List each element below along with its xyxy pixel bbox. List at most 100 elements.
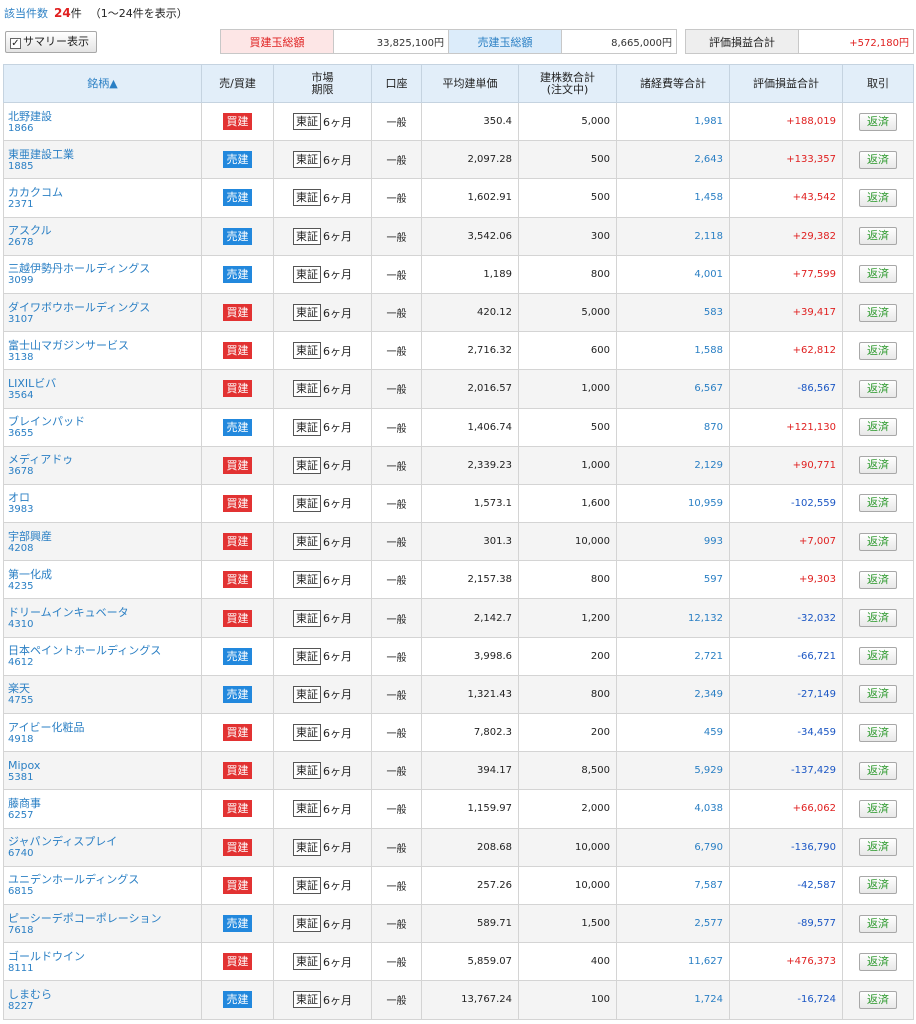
close-position-button[interactable]: 返済 [859, 227, 897, 246]
market-badge: 東証 [293, 418, 321, 436]
stock-code: 3655 [8, 428, 34, 440]
close-position-button[interactable]: 返済 [859, 952, 897, 971]
cell-quantity: 10,000 [518, 865, 617, 905]
stock-name-link[interactable]: Mipox [8, 759, 201, 772]
stock-name-link[interactable]: 日本ペイントホールディングス [8, 644, 201, 657]
stock-code: 3138 [8, 351, 34, 363]
stock-code: 3983 [8, 504, 34, 516]
stock-name-link[interactable]: カカクコム [8, 186, 201, 199]
close-position-button[interactable]: 返済 [859, 914, 897, 933]
side-badge: 売建 [223, 685, 252, 703]
summary-checkbox[interactable]: ✓ [10, 38, 21, 49]
stock-name-link[interactable]: 宇部興産 [8, 530, 201, 543]
column-header-market: 市場 期限 [273, 64, 372, 103]
market-badge: 東証 [293, 991, 321, 1009]
cell-account: 一般 [371, 216, 422, 256]
stock-name-link[interactable]: アイビー化粧品 [8, 721, 201, 734]
close-position-button[interactable]: 返済 [859, 723, 897, 742]
stock-name-link[interactable]: 藤商事 [8, 797, 201, 810]
cell-fees: 6,567 [616, 369, 730, 409]
cell-side: 売建 [201, 140, 274, 180]
cell-fees: 5,929 [616, 751, 730, 791]
cell-action: 返済 [842, 712, 914, 753]
close-position-button[interactable]: 返済 [859, 685, 897, 704]
cell-pl: -42,587 [729, 865, 843, 905]
cell-fees: 12,132 [616, 598, 730, 638]
result-count: 該当件数 24件 （1～24件を表示） [4, 5, 188, 21]
close-position-button[interactable]: 返済 [859, 265, 897, 284]
stock-name-link[interactable]: 富士山マガジンサービス [8, 339, 201, 352]
term-text: 6ヶ月 [323, 955, 352, 969]
cell-fees: 2,118 [616, 216, 730, 256]
term-text: 6ヶ月 [323, 115, 352, 129]
close-position-button[interactable]: 返済 [859, 112, 897, 131]
close-position-button[interactable]: 返済 [859, 303, 897, 322]
table-row: 日本ペイントホールディングス 4612 売建 東証 6ヶ月 一般 3,998.6 200 2,7… [3, 636, 914, 676]
market-badge: 東証 [293, 533, 321, 551]
close-position-button[interactable]: 返済 [859, 647, 897, 666]
stock-name-link[interactable]: 第一化成 [8, 568, 201, 581]
close-position-button[interactable]: 返済 [859, 188, 897, 207]
stock-name-link[interactable]: LIXILビバ [8, 377, 201, 390]
stock-name-link[interactable]: ダイワボウホールディングス [8, 301, 201, 314]
cell-side: 買建 [201, 101, 274, 142]
term-text: 6ヶ月 [323, 573, 352, 587]
market-badge: 東証 [293, 685, 321, 703]
column-header-pl: 評価損益合計 [729, 64, 843, 103]
term-text: 6ヶ月 [323, 268, 352, 282]
close-position-button[interactable]: 返済 [859, 494, 897, 513]
cell-side: 買建 [201, 751, 274, 791]
stock-name-link[interactable]: アスクル [8, 224, 201, 237]
stock-name-link[interactable]: ユニデンホールディングス [8, 873, 201, 886]
stock-name-link[interactable]: オロ [8, 491, 201, 504]
summary-toggle-button[interactable]: ✓ サマリー表示 [5, 31, 97, 53]
stock-name-link[interactable]: 北野建設 [8, 110, 201, 123]
cell-quantity: 400 [518, 942, 617, 982]
close-position-button[interactable]: 返済 [859, 532, 897, 551]
close-position-button[interactable]: 返済 [859, 990, 897, 1009]
side-badge: 買建 [223, 304, 252, 322]
stock-code: 1885 [8, 160, 34, 172]
cell-stock: ドリームインキュベータ 4310 [3, 598, 202, 638]
stock-name-link[interactable]: ゴールドウイン [8, 950, 201, 963]
stock-name-link[interactable]: ジャパンディスプレイ [8, 835, 201, 848]
side-badge: 買建 [223, 571, 252, 589]
cell-pl: -89,577 [729, 903, 843, 944]
cell-side: 売建 [201, 254, 274, 294]
cell-stock: LIXILビバ 3564 [3, 369, 202, 409]
close-position-button[interactable]: 返済 [859, 379, 897, 398]
stock-name-link[interactable]: しまむら [8, 988, 201, 1001]
stock-name-link[interactable]: ドリームインキュベータ [8, 606, 201, 619]
market-badge: 東証 [293, 342, 321, 360]
cell-stock: ゴールドウイン 8111 [3, 942, 202, 982]
close-position-button[interactable]: 返済 [859, 838, 897, 857]
close-position-button[interactable]: 返済 [859, 609, 897, 628]
close-position-button[interactable]: 返済 [859, 341, 897, 360]
column-header-name[interactable]: 銘柄▲ [3, 64, 202, 103]
close-position-button[interactable]: 返済 [859, 418, 897, 437]
cell-quantity: 200 [518, 712, 617, 753]
cell-account: 一般 [371, 140, 422, 180]
stock-name-link[interactable]: 三越伊勢丹ホールディングス [8, 262, 201, 275]
close-position-button[interactable]: 返済 [859, 570, 897, 589]
close-position-button[interactable]: 返済 [859, 799, 897, 818]
stock-name-link[interactable]: メディアドゥ [8, 453, 201, 466]
stock-name-link[interactable]: 楽天 [8, 682, 201, 695]
side-badge: 売建 [223, 189, 252, 207]
cell-account: 一般 [371, 292, 422, 333]
cell-side: 買建 [201, 560, 274, 600]
close-position-button[interactable]: 返済 [859, 761, 897, 780]
cell-avg-price: 350.4 [421, 101, 519, 142]
stock-code: 4208 [8, 542, 34, 554]
close-position-button[interactable]: 返済 [859, 876, 897, 895]
stock-name-link[interactable]: ピーシーデポコーポレーション [8, 912, 201, 925]
cell-avg-price: 2,339.23 [421, 445, 519, 485]
cell-action: 返済 [842, 636, 914, 676]
stock-name-link[interactable]: 東亜建設工業 [8, 148, 201, 161]
stock-name-link[interactable]: ブレインパッド [8, 415, 201, 428]
close-position-button[interactable]: 返済 [859, 456, 897, 475]
close-position-button[interactable]: 返済 [859, 150, 897, 169]
cell-stock: アイビー化粧品 4918 [3, 712, 202, 753]
cell-action: 返済 [842, 101, 914, 142]
cell-action: 返済 [842, 445, 914, 485]
